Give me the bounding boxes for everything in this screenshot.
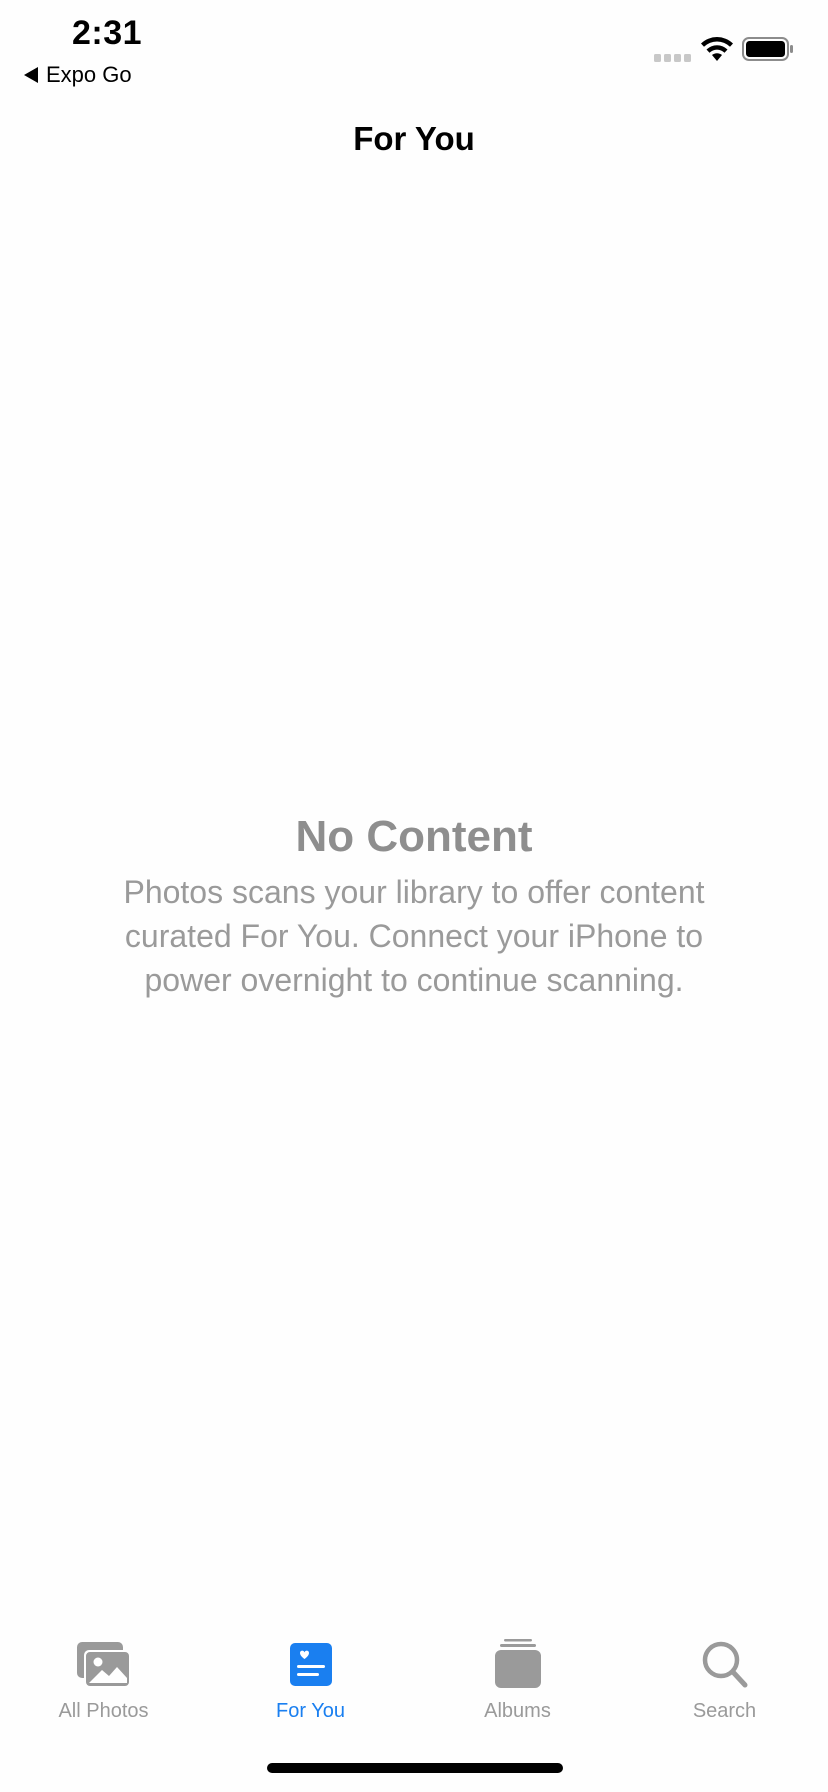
search-icon bbox=[702, 1641, 747, 1688]
tab-albums-label: Albums bbox=[484, 1700, 551, 1722]
for-you-heart-card-icon bbox=[289, 1643, 332, 1686]
tab-for-you[interactable]: For You bbox=[207, 1620, 414, 1730]
tab-for-you-label: For You bbox=[276, 1700, 345, 1722]
page-title: For You bbox=[353, 120, 475, 157]
empty-state-message: Photos scans your library to offer conte… bbox=[123, 874, 705, 998]
back-to-app-button[interactable]: Expo Go bbox=[24, 62, 132, 88]
tab-all-photos-label: All Photos bbox=[58, 1700, 149, 1722]
tab-bar: All Photos For You Albums Search bbox=[0, 1620, 828, 1730]
albums-stack-icon bbox=[494, 1639, 541, 1688]
wifi-icon bbox=[701, 37, 733, 61]
tab-albums[interactable]: Albums bbox=[414, 1620, 621, 1730]
tab-all-photos[interactable]: All Photos bbox=[0, 1620, 207, 1730]
back-triangle-icon bbox=[24, 67, 38, 83]
tab-search-label: Search bbox=[692, 1700, 757, 1722]
tab-search[interactable]: Search bbox=[621, 1620, 828, 1730]
status-time: 2:31 bbox=[72, 14, 143, 52]
photos-stack-icon bbox=[76, 1642, 131, 1688]
cellular-signal-icon bbox=[654, 54, 691, 62]
empty-state-title: No Content bbox=[295, 812, 533, 861]
photos-for-you-screen: 2:31 Expo Go For You No Content Photos s… bbox=[0, 0, 828, 1792]
home-indicator[interactable] bbox=[267, 1763, 563, 1773]
back-app-label: Expo Go bbox=[46, 62, 132, 87]
battery-icon bbox=[742, 37, 793, 61]
